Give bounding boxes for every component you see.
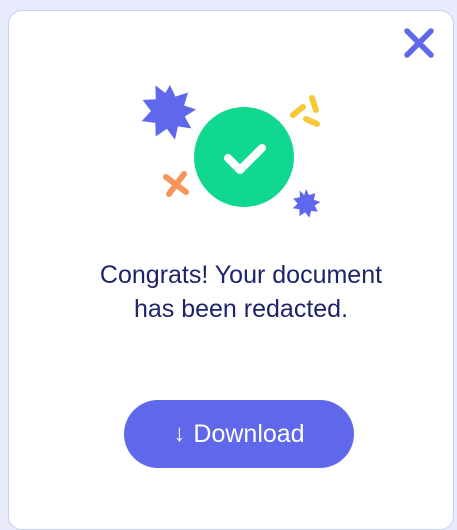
download-arrow-icon: ↓	[173, 420, 186, 447]
success-message-line-1: Congrats! Your document	[99, 261, 383, 289]
download-button[interactable]: ↓ Download	[124, 400, 354, 468]
download-button-label: Download	[193, 419, 305, 448]
close-icon	[404, 28, 434, 58]
close-button[interactable]	[402, 26, 436, 60]
success-message: Congrats! Your document has been redacte…	[0, 258, 457, 326]
success-message-line-2: has been redacted.	[133, 295, 349, 323]
